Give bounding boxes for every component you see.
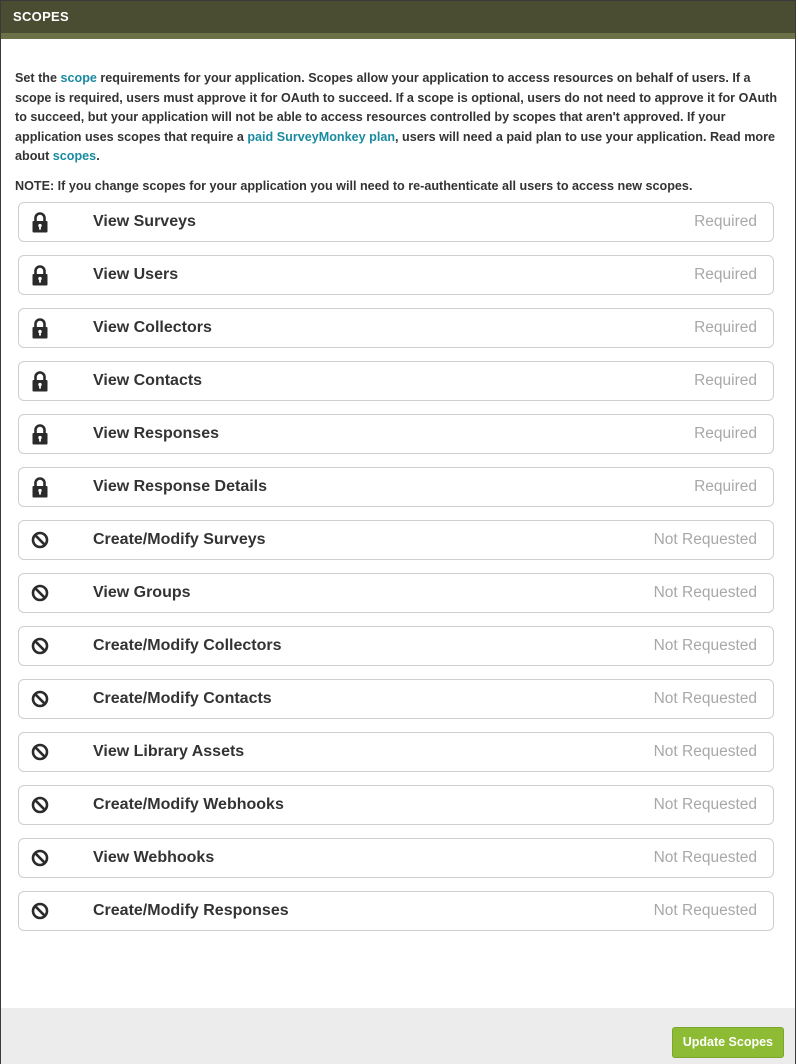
scope-name: View Users <box>93 266 179 283</box>
scope-row[interactable]: View Responses Required <box>18 414 774 454</box>
panel-footer: Update Scopes <box>1 1008 795 1064</box>
scope-row[interactable]: Create/Modify Surveys Not Requested <box>18 520 774 560</box>
scope-link[interactable]: scope <box>61 71 97 85</box>
scope-row[interactable]: View Groups Not Requested <box>18 573 774 613</box>
scope-name: View Surveys <box>93 213 196 230</box>
scope-row[interactable]: Create/Modify Collectors Not Requested <box>18 626 774 666</box>
block-icon <box>31 847 49 869</box>
block-icon <box>31 741 49 763</box>
scope-name: Create/Modify Contacts <box>93 690 272 707</box>
scope-name: Create/Modify Webhooks <box>93 796 284 813</box>
scope-status: Not Requested <box>653 743 757 760</box>
scope-row[interactable]: View Library Assets Not Requested <box>18 732 774 772</box>
note-text: NOTE: If you change scopes for your appl… <box>15 178 693 193</box>
scope-name: View Library Assets <box>93 743 245 760</box>
scope-row[interactable]: Create/Modify Responses Not Requested <box>18 891 774 931</box>
scope-status: Not Requested <box>653 584 757 601</box>
scope-status: Required <box>694 266 757 283</box>
scope-status: Not Requested <box>653 637 757 654</box>
scope-name: Create/Modify Responses <box>93 902 289 919</box>
update-scopes-button[interactable]: Update Scopes <box>671 1027 784 1058</box>
scope-name: View Responses <box>93 425 219 442</box>
scope-name: View Response Details <box>93 478 267 495</box>
scope-row[interactable]: View Users Required <box>18 255 774 295</box>
lock-icon <box>31 211 49 233</box>
lock-icon <box>31 423 49 445</box>
scope-row[interactable]: View Webhooks Not Requested <box>18 838 774 878</box>
scope-status: Required <box>694 213 757 230</box>
lock-icon <box>31 317 49 339</box>
scope-status: Required <box>694 478 757 495</box>
scope-status: Not Requested <box>653 796 757 813</box>
scope-status: Not Requested <box>653 849 757 866</box>
scope-row[interactable]: Create/Modify Contacts Not Requested <box>18 679 774 719</box>
scope-status: Required <box>694 319 757 336</box>
scope-row[interactable]: View Response Details Required <box>18 467 774 507</box>
scope-row[interactable]: View Surveys Required <box>18 202 774 242</box>
paid-plan-link[interactable]: paid SurveyMonkey plan <box>247 130 395 144</box>
scopes-link[interactable]: scopes <box>53 149 96 163</box>
intro-text: Set the scope requirements for your appl… <box>15 71 778 163</box>
scope-status: Required <box>694 425 757 442</box>
scope-name: View Collectors <box>93 319 212 336</box>
lock-icon <box>31 476 49 498</box>
block-icon <box>31 635 49 657</box>
scope-status: Not Requested <box>653 531 757 548</box>
scope-row[interactable]: View Contacts Required <box>18 361 774 401</box>
block-icon <box>31 582 49 604</box>
scope-list: View Surveys Required View Users Require… <box>18 202 774 931</box>
lock-icon <box>31 264 49 286</box>
lock-icon <box>31 370 49 392</box>
block-icon <box>31 900 49 922</box>
block-icon <box>31 688 49 710</box>
scope-name: View Groups <box>93 584 191 601</box>
block-icon <box>31 529 49 551</box>
scope-name: Create/Modify Collectors <box>93 637 282 654</box>
scope-status: Required <box>694 372 757 389</box>
scope-row[interactable]: Create/Modify Webhooks Not Requested <box>18 785 774 825</box>
scope-status: Not Requested <box>653 902 757 919</box>
scope-name: View Webhooks <box>93 849 215 866</box>
panel-title: SCOPES <box>13 9 69 24</box>
panel-header: SCOPES <box>1 1 795 39</box>
scope-status: Not Requested <box>653 690 757 707</box>
panel-content: Set the scope requirements for your appl… <box>1 39 795 196</box>
block-icon <box>31 794 49 816</box>
scope-name: Create/Modify Surveys <box>93 531 266 548</box>
scope-row[interactable]: View Collectors Required <box>18 308 774 348</box>
scopes-panel: SCOPES Set the scope requirements for yo… <box>0 0 796 1064</box>
scope-name: View Contacts <box>93 372 203 389</box>
